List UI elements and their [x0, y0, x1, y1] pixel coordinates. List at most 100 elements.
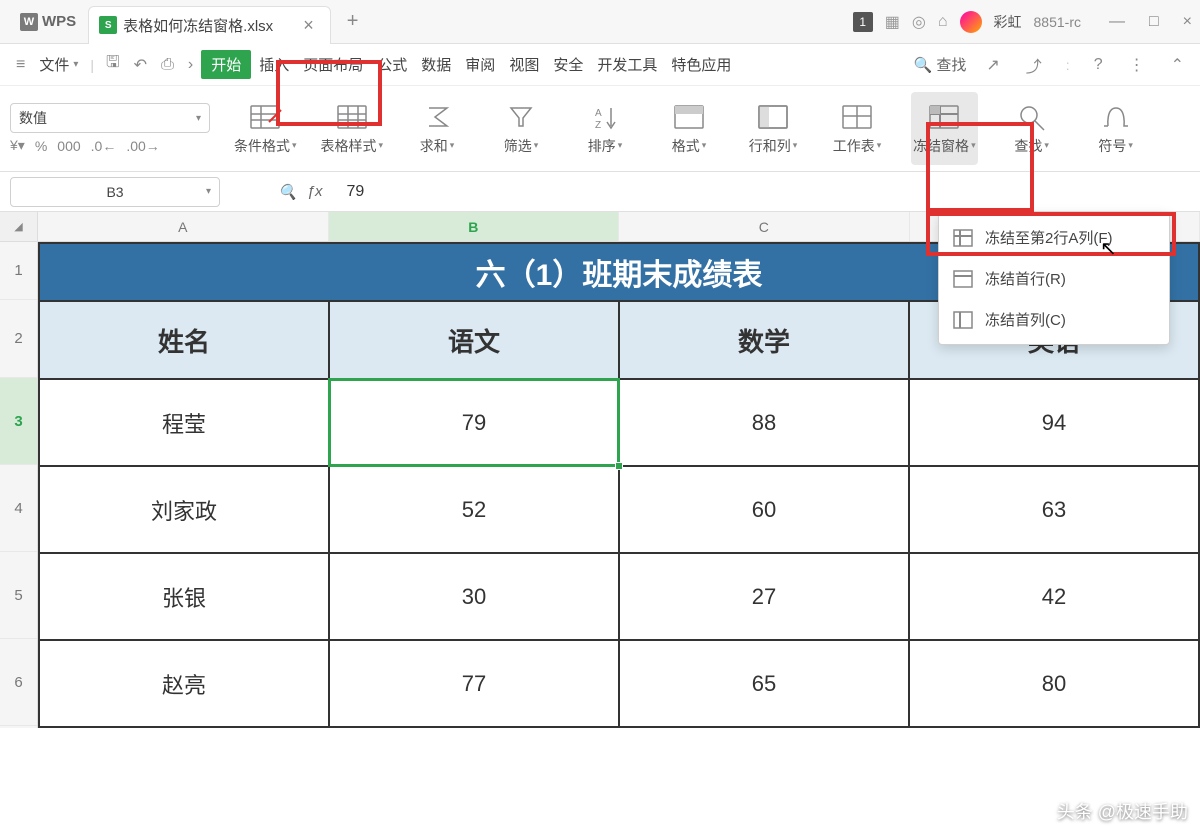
cell[interactable]: 65 — [619, 640, 909, 727]
row-header[interactable]: 3 — [0, 378, 37, 465]
cell[interactable]: 30 — [329, 553, 619, 640]
cell[interactable]: 63 — [909, 466, 1199, 553]
selected-cell[interactable]: 79 — [329, 379, 619, 466]
document-tab[interactable]: S 表格如何冻结窗格.xlsx × — [88, 6, 331, 44]
ribbon: 数值 ▾ ¥▾ % 000 .0← .00→ 条件格式▾ 表格样式▾ 求和▾ 筛… — [0, 86, 1200, 172]
decimal-increase-icon[interactable]: .0← — [91, 138, 117, 154]
menu-tab-special[interactable]: 特色应用 — [665, 50, 737, 79]
menu-tab-review[interactable]: 审阅 — [459, 50, 501, 79]
menu-tab-dev[interactable]: 开发工具 — [591, 50, 663, 79]
row-header[interactable]: 6 — [0, 639, 37, 726]
row-headers: 1 2 3 4 5 6 — [0, 242, 38, 728]
select-all-corner[interactable]: ◢ — [0, 212, 38, 242]
percent-icon[interactable]: % — [35, 138, 47, 154]
cell[interactable]: 94 — [909, 379, 1199, 466]
cell[interactable]: 52 — [329, 466, 619, 553]
cell[interactable]: 赵亮 — [39, 640, 329, 727]
symbol-button[interactable]: 符号▾ — [1086, 92, 1146, 165]
target-icon[interactable]: ◎ — [912, 12, 926, 32]
collapse-ribbon-icon[interactable]: ⌃ — [1165, 55, 1190, 75]
fx-icon[interactable]: 🔍ƒx — [278, 183, 323, 201]
row-header[interactable]: 1 — [0, 242, 37, 300]
formula-value[interactable]: 79 — [347, 183, 365, 201]
app-name: WPS — [42, 13, 76, 30]
chevron-down-icon: ▾ — [196, 113, 201, 124]
notification-badge[interactable]: 1 — [853, 12, 873, 32]
file-menu[interactable]: 文件 ▾ — [33, 50, 84, 79]
cell[interactable]: 27 — [619, 553, 909, 640]
chevron-down-icon: ▾ — [206, 186, 211, 197]
header-cell[interactable]: 数学 — [619, 301, 909, 379]
table-style-button[interactable]: 表格样式▾ — [321, 92, 384, 165]
grid-menu-icon[interactable]: ▦ — [885, 12, 900, 32]
window-controls: — □ × — [1109, 13, 1192, 31]
name-box[interactable]: B3 ▾ — [10, 177, 220, 207]
search-button[interactable]: 🔍 查找 — [914, 54, 967, 75]
fill-handle[interactable] — [615, 462, 623, 470]
decimal-decrease-icon[interactable]: .00→ — [126, 138, 159, 154]
maximize-icon[interactable]: □ — [1149, 13, 1159, 31]
close-icon[interactable]: × — [1183, 13, 1192, 31]
worksheet-button[interactable]: 工作表▾ — [827, 92, 887, 165]
titlebar-right: 1 ▦ ◎ ⌂ 彩虹 8851-rc — □ × — [853, 11, 1192, 33]
freeze-first-col-item[interactable]: 冻结首列(C) — [939, 299, 1169, 340]
hamburger-icon[interactable]: ≡ — [10, 56, 31, 74]
cell[interactable]: 88 — [619, 379, 909, 466]
number-format-icons: ¥▾ % 000 .0← .00→ — [10, 137, 210, 154]
avatar[interactable] — [960, 11, 982, 33]
menu-tab-start[interactable]: 开始 — [201, 50, 251, 79]
print-icon[interactable]: ⎙ — [155, 56, 180, 74]
menu-tab-data[interactable]: 数据 — [415, 50, 457, 79]
cell[interactable]: 程莹 — [39, 379, 329, 466]
new-tab-button[interactable]: + — [347, 10, 359, 33]
cursor-icon: ↖ — [1100, 236, 1117, 261]
more-icon[interactable]: › — [182, 56, 199, 74]
find-button[interactable]: 查找▾ — [1002, 92, 1062, 165]
freeze-dropdown: 冻结至第2行A列(F) 冻结首行(R) 冻结首列(C) — [938, 212, 1170, 345]
number-format-select[interactable]: 数值 ▾ — [10, 103, 210, 133]
search-icon: 🔍 — [914, 56, 933, 74]
undo-icon[interactable]: ↶ — [128, 55, 153, 75]
version: 8851-rc — [1034, 14, 1081, 30]
freeze-panes-button[interactable]: 冻结窗格▾ — [911, 92, 978, 165]
col-header-c[interactable]: C — [619, 212, 910, 241]
shirt-icon[interactable]: ⌂ — [938, 13, 948, 31]
sum-button[interactable]: 求和▾ — [407, 92, 467, 165]
menu-tab-layout[interactable]: 页面布局 — [297, 50, 369, 79]
save-as-icon[interactable]: ⤴ — [1020, 53, 1048, 77]
currency-icon[interactable]: ¥▾ — [10, 137, 25, 154]
cell[interactable]: 60 — [619, 466, 909, 553]
filter-button[interactable]: 筛选▾ — [491, 92, 551, 165]
minimize-icon[interactable]: — — [1109, 13, 1125, 31]
cell[interactable]: 80 — [909, 640, 1199, 727]
cell[interactable]: 张银 — [39, 553, 329, 640]
header-cell[interactable]: 语文 — [329, 301, 619, 379]
svg-text:Z: Z — [595, 120, 601, 131]
cell[interactable]: 刘家政 — [39, 466, 329, 553]
freeze-first-row-item[interactable]: 冻结首行(R) — [939, 258, 1169, 299]
sort-button[interactable]: AZ 排序▾ — [575, 92, 635, 165]
header-cell[interactable]: 姓名 — [39, 301, 329, 379]
number-format-group: 数值 ▾ ¥▾ % 000 .0← .00→ — [10, 92, 210, 165]
share-icon[interactable]: ↗ — [980, 55, 1005, 75]
menu-tab-formula[interactable]: 公式 — [371, 50, 413, 79]
cell[interactable]: 77 — [329, 640, 619, 727]
row-header[interactable]: 5 — [0, 552, 37, 639]
menu-tab-insert[interactable]: 插入 — [253, 50, 295, 79]
freeze-to-cell-item[interactable]: 冻结至第2行A列(F) — [939, 217, 1169, 258]
format-button[interactable]: 格式▾ — [659, 92, 719, 165]
help-icon[interactable]: ? — [1088, 56, 1109, 74]
row-header[interactable]: 2 — [0, 300, 37, 378]
row-col-button[interactable]: 行和列▾ — [743, 92, 803, 165]
col-header-a[interactable]: A — [38, 212, 329, 241]
comma-icon[interactable]: 000 — [57, 138, 80, 154]
row-header[interactable]: 4 — [0, 465, 37, 552]
close-tab-icon[interactable]: × — [303, 15, 314, 36]
menu-tab-view[interactable]: 视图 — [503, 50, 545, 79]
save-icon[interactable]: 🖫 — [100, 51, 126, 78]
cell[interactable]: 42 — [909, 553, 1199, 640]
col-header-b[interactable]: B — [329, 212, 620, 241]
kebab-icon[interactable]: ⋮ — [1123, 55, 1151, 75]
menu-tab-security[interactable]: 安全 — [547, 50, 589, 79]
conditional-format-button[interactable]: 条件格式▾ — [234, 92, 297, 165]
